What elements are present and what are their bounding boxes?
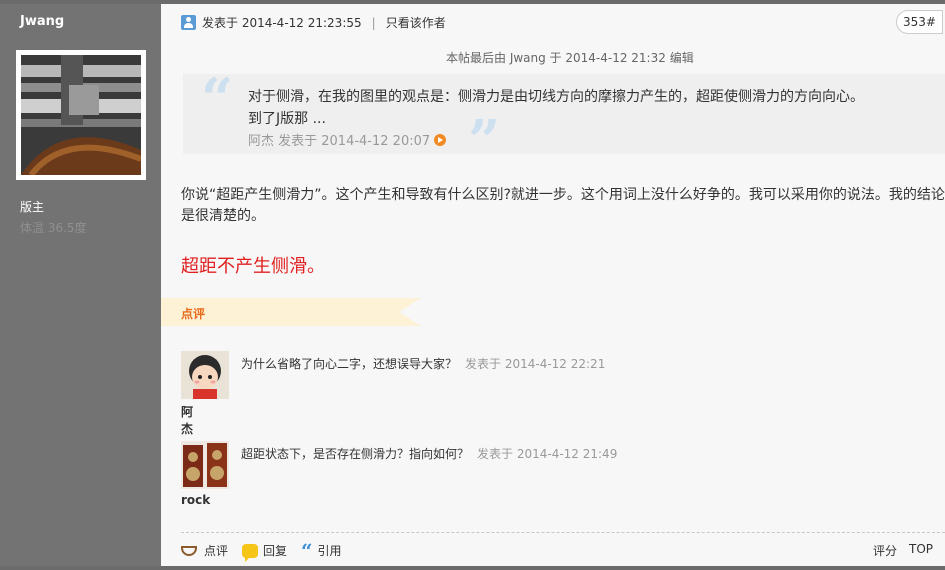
coffee-cup-icon — [181, 544, 199, 558]
actions-divider — [181, 532, 945, 533]
comment-text: 为什么省略了向心二字，还想误导大家？ 发表于 2014-4-12 22:21 — [241, 355, 605, 372]
commenter-name[interactable]: 阿杰 — [181, 403, 193, 437]
avatar-image — [21, 55, 141, 175]
close-quote-icon: ” — [468, 108, 501, 174]
post-meta: 发表于 2014-4-12 21:23:55 | 只看该作者 — [181, 14, 446, 31]
commenter-avatar[interactable] — [181, 351, 229, 399]
speech-bubble-icon — [242, 543, 259, 562]
quote-action[interactable]: “ 引用 — [301, 538, 342, 563]
quote-source: 阿杰 发表于 2014-4-12 20:07 — [248, 134, 431, 149]
meta-separator: | — [371, 15, 376, 30]
author-avatar[interactable] — [16, 50, 146, 180]
commenter-avatar[interactable] — [181, 441, 229, 489]
comments-header: 点评 — [161, 298, 421, 326]
edit-note: 本帖最后由 Jwang 于 2014-4-12 21:32 编辑 — [446, 51, 694, 65]
comment-time: 发表于 2014-4-12 21:49 — [477, 447, 618, 461]
author-name[interactable]: Jwang — [20, 14, 64, 29]
right-actions: 评分 TOP — [873, 542, 933, 559]
quote-icon: “ — [301, 538, 313, 563]
jump-to-post-icon[interactable] — [434, 133, 447, 146]
author-temperature: 体温 36.5度 — [20, 221, 87, 235]
comment-body: 为什么省略了向心二字，还想误导大家？ — [241, 357, 458, 371]
quote-line-2: 到了J版那 ... — [248, 111, 326, 127]
post-highlight: 超距不产生侧滑。 — [181, 256, 325, 277]
top-button[interactable]: TOP — [909, 542, 933, 559]
reply-action[interactable]: 回复 — [242, 542, 288, 562]
comment-action[interactable]: 点评 — [181, 542, 228, 559]
floor-number[interactable]: 353# — [896, 10, 943, 34]
comment-time: 发表于 2014-4-12 22:21 — [465, 357, 606, 371]
quote-line-1: 对于侧滑，在我的图里的观点是：侧滑力是由切线方向的摩擦力产生的，超距使侧滑力的方… — [248, 89, 864, 105]
reply-action-label: 回复 — [263, 544, 288, 558]
comment-text: 超距状态下，是否存在侧滑力？指向如何？ 发表于 2014-4-12 21:49 — [241, 445, 617, 462]
rate-button[interactable]: 评分 — [873, 542, 897, 559]
quote-action-label: 引用 — [317, 544, 342, 558]
user-online-icon — [181, 15, 196, 30]
open-quote-icon: “ — [201, 66, 234, 132]
quote-meta: 阿杰 发表于 2014-4-12 20:07 — [248, 130, 447, 149]
author-role: 版主 — [20, 200, 45, 214]
author-sidebar: Jwang 版主 体温 36.5度 — [0, 4, 161, 570]
only-author-link[interactable]: 只看该作者 — [386, 14, 446, 31]
comments-header-label: 点评 — [181, 307, 206, 321]
comment-action-label: 点评 — [204, 544, 229, 558]
post-content: 发表于 2014-4-12 21:23:55 | 只看该作者 353# 本帖最后… — [161, 4, 945, 570]
bottom-border — [0, 566, 945, 570]
post-time: 发表于 2014-4-12 21:23:55 — [202, 16, 362, 30]
comment-body: 超距状态下，是否存在侧滑力？指向如何？ — [241, 447, 470, 461]
post-body: 你说“超距产生侧滑力”。这个产生和导致有什么区别?就进一步。这个用词上没什么好争… — [181, 187, 945, 224]
quote-block: “ 对于侧滑，在我的图里的观点是：侧滑力是由切线方向的摩擦力产生的，超距使侧滑力… — [183, 66, 945, 174]
post-actions: 点评 回复 “ 引用 — [181, 538, 342, 563]
commenter-name[interactable]: rock — [181, 493, 210, 507]
